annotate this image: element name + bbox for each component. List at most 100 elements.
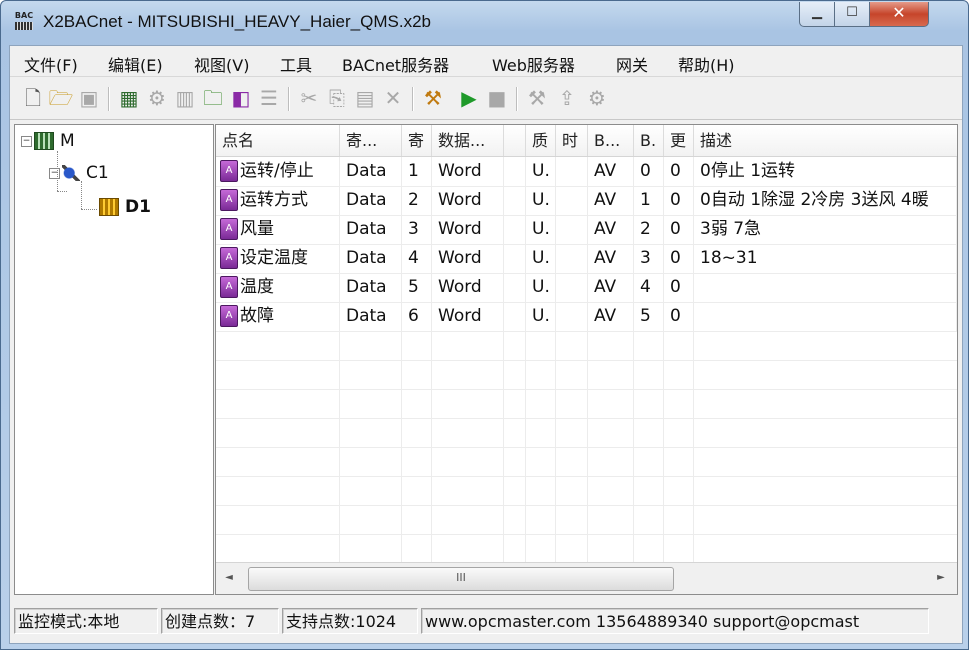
cell-bacnet-id[interactable]: 2	[634, 215, 664, 244]
scroll-right-icon[interactable]: ►	[932, 569, 950, 587]
cell-bacnet-type[interactable]: AV	[588, 186, 634, 215]
menu-tools[interactable]: 工具	[280, 52, 312, 76]
close-button[interactable]: ✕	[869, 2, 929, 27]
column-header-data-type[interactable]: 数据...	[432, 125, 504, 156]
tree-node-channel[interactable]: − C1	[49, 163, 109, 183]
settings-icon[interactable]: ⚙	[584, 85, 610, 111]
cell-quality[interactable]: U.	[526, 273, 556, 302]
cell-quality[interactable]: U.	[526, 215, 556, 244]
cell-time[interactable]	[556, 215, 588, 244]
module-icon[interactable]: ▦	[116, 85, 142, 111]
paste-icon[interactable]: ▤	[352, 85, 378, 111]
cell-reg-type[interactable]: Data	[340, 186, 402, 215]
load-icon[interactable]: ⇪	[554, 85, 580, 111]
cell-desc[interactable]: 0自动 1除湿 2冷房 3送风 4暖	[694, 186, 957, 215]
cell-data-type[interactable]: Word	[432, 244, 504, 273]
cell-update[interactable]: 0	[664, 302, 694, 331]
cell-name[interactable]: A 运转/停止	[216, 157, 340, 186]
cell-data-type[interactable]: Word	[432, 273, 504, 302]
cell-desc[interactable]: 18~31	[694, 244, 957, 273]
save-icon[interactable]: ▣	[76, 85, 102, 111]
cell-reg[interactable]: 3	[402, 215, 432, 244]
properties-icon[interactable]: ☰	[256, 85, 282, 111]
data-point-icon[interactable]: ◧	[228, 85, 254, 111]
minimize-button[interactable]: ▁	[799, 2, 835, 27]
title-bar[interactable]: BAC X2BACnet - MITSUBISHI_HEAVY_Haier_QM…	[1, 1, 968, 45]
cell-name[interactable]: A 运转方式	[216, 186, 340, 215]
cell-data-type[interactable]: Word	[432, 302, 504, 331]
cell-desc[interactable]: 0停止 1运转	[694, 157, 957, 186]
cut-icon[interactable]: ✂	[296, 85, 322, 111]
column-header-time[interactable]: 时	[556, 125, 588, 156]
column-header-bacnet-type[interactable]: B...	[588, 125, 634, 156]
cell-reg[interactable]: 5	[402, 273, 432, 302]
cell-reg[interactable]: 6	[402, 302, 432, 331]
cell-name[interactable]: A 设定温度	[216, 244, 340, 273]
cell-blank[interactable]	[504, 215, 526, 244]
run-icon[interactable]: ▶	[456, 85, 482, 111]
cell-bacnet-type[interactable]: AV	[588, 273, 634, 302]
cell-reg-type[interactable]: Data	[340, 273, 402, 302]
menu-bacnet-server[interactable]: BACnet服务器	[342, 52, 449, 76]
tree-view[interactable]: − M − C1 D1	[14, 124, 214, 595]
scroll-left-icon[interactable]: ◄	[220, 569, 238, 587]
cell-bacnet-type[interactable]: AV	[588, 215, 634, 244]
cell-update[interactable]: 0	[664, 273, 694, 302]
menu-gateway[interactable]: 网关	[616, 52, 648, 76]
delete-icon[interactable]: ✕	[380, 85, 406, 111]
cell-data-type[interactable]: Word	[432, 186, 504, 215]
cell-bacnet-type[interactable]: AV	[588, 302, 634, 331]
column-header-reg-type[interactable]: 寄...	[340, 125, 402, 156]
copy-icon[interactable]: ⎘	[324, 85, 350, 111]
cell-reg-type[interactable]: Data	[340, 302, 402, 331]
cell-data-type[interactable]: Word	[432, 157, 504, 186]
cell-reg-type[interactable]: Data	[340, 157, 402, 186]
add-folder-icon[interactable]: 🗀	[200, 85, 226, 111]
column-header-reg[interactable]: 寄	[402, 125, 432, 156]
column-header-bacnet-id[interactable]: B.	[634, 125, 664, 156]
cell-bacnet-id[interactable]: 5	[634, 302, 664, 331]
cell-name[interactable]: A 温度	[216, 273, 340, 302]
cell-time[interactable]	[556, 244, 588, 273]
stop-icon[interactable]: ■	[484, 85, 510, 111]
cell-blank[interactable]	[504, 186, 526, 215]
column-header-update[interactable]: 更	[664, 125, 694, 156]
cell-bacnet-id[interactable]: 0	[634, 157, 664, 186]
horizontal-scrollbar[interactable]: ◄ III ►	[216, 562, 957, 594]
cell-reg[interactable]: 1	[402, 157, 432, 186]
points-table[interactable]: 点名 寄... 寄 数据... 质 时 B... B. 更 描述 A 运转/停止 D…	[215, 124, 958, 595]
cell-bacnet-type[interactable]: AV	[588, 157, 634, 186]
channel-icon[interactable]: ⚙	[144, 85, 170, 111]
cell-update[interactable]: 0	[664, 157, 694, 186]
cell-blank[interactable]	[504, 157, 526, 186]
column-header-blank[interactable]	[504, 125, 526, 156]
cell-update[interactable]: 0	[664, 244, 694, 273]
app-icon[interactable]: BAC	[13, 11, 35, 33]
cell-time[interactable]	[556, 302, 588, 331]
tree-collapse-icon[interactable]: −	[21, 135, 32, 147]
cell-reg-type[interactable]: Data	[340, 244, 402, 273]
cell-time[interactable]	[556, 186, 588, 215]
tree-node-device[interactable]: D1	[99, 197, 151, 217]
cell-update[interactable]: 0	[664, 215, 694, 244]
cell-desc[interactable]	[694, 273, 957, 302]
new-file-icon[interactable]: 🗋	[20, 85, 46, 111]
open-folder-icon[interactable]: 🗁	[48, 85, 74, 111]
maximize-button[interactable]: ☐	[834, 2, 870, 27]
cell-quality[interactable]: U.	[526, 244, 556, 273]
cell-quality[interactable]: U.	[526, 186, 556, 215]
tree-node-module[interactable]: − M	[21, 131, 75, 151]
column-header-description[interactable]: 描述	[694, 125, 957, 156]
cell-time[interactable]	[556, 273, 588, 302]
cell-blank[interactable]	[504, 273, 526, 302]
menu-help[interactable]: 帮助(H)	[678, 52, 735, 76]
scrollbar-thumb[interactable]: III	[248, 567, 674, 591]
cell-name[interactable]: A 风量	[216, 215, 340, 244]
tree-collapse-icon[interactable]: −	[49, 167, 60, 179]
cell-reg[interactable]: 4	[402, 244, 432, 273]
cell-reg[interactable]: 2	[402, 186, 432, 215]
device-icon[interactable]: ▥	[172, 85, 198, 111]
cell-data-type[interactable]: Word	[432, 215, 504, 244]
cell-reg-type[interactable]: Data	[340, 215, 402, 244]
cell-blank[interactable]	[504, 244, 526, 273]
